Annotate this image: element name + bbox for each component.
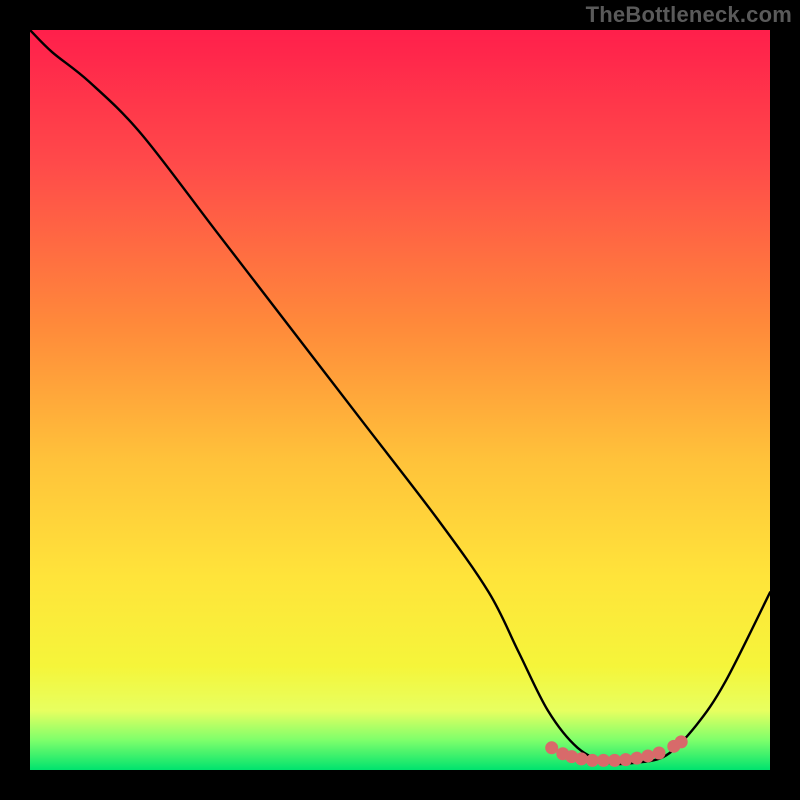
highlight-dot [545, 741, 558, 754]
chart-frame [30, 30, 770, 770]
highlight-dot [641, 749, 654, 762]
gradient-background [30, 30, 770, 770]
bottleneck-chart [30, 30, 770, 770]
highlight-dot [608, 754, 621, 767]
highlight-dot [675, 735, 688, 748]
highlight-dot [619, 753, 632, 766]
watermark-text: TheBottleneck.com [586, 2, 792, 28]
highlight-dot [586, 754, 599, 767]
highlight-dot [653, 746, 666, 759]
highlight-dot [630, 752, 643, 765]
highlight-dot [597, 754, 610, 767]
highlight-dot [575, 752, 588, 765]
